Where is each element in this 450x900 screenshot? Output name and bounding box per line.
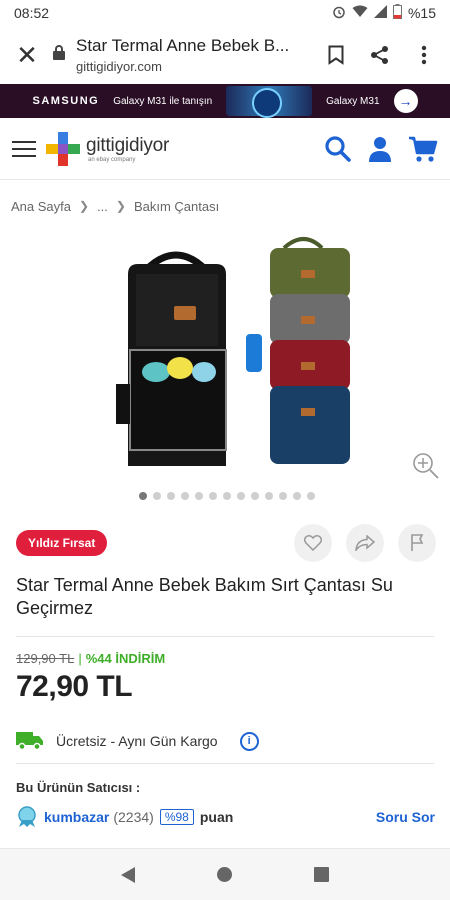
- browser-toolbar: ✕ Star Termal Anne Bebek B... gittigidiy…: [0, 26, 450, 84]
- breadcrumb-home[interactable]: Ana Sayfa: [11, 199, 71, 214]
- deal-badge: Yıldız Fırsat: [16, 530, 108, 556]
- ad-banner[interactable]: SAMSUNG Galaxy M31 ile tanışın Galaxy M3…: [0, 84, 450, 118]
- old-price: 129,90 TL: [16, 651, 75, 666]
- menu-icon[interactable]: [12, 140, 36, 157]
- breadcrumb-ellipsis[interactable]: ...: [97, 199, 108, 214]
- wifi-icon: [352, 5, 368, 21]
- chevron-right-icon: ❯: [115, 199, 126, 213]
- seller-row: kumbazar (2234) %98 puan Soru Sor: [0, 802, 450, 832]
- flag-icon: [411, 534, 424, 551]
- gallery-dot[interactable]: [209, 492, 217, 500]
- close-icon[interactable]: ✕: [10, 42, 44, 68]
- chevron-right-icon: ❯: [79, 199, 90, 213]
- seller-review-count: (2234): [113, 809, 154, 825]
- share-icon[interactable]: [368, 43, 392, 67]
- site-header: gittigidiyor an ebay company: [0, 118, 450, 180]
- share-button[interactable]: [346, 524, 384, 562]
- system-nav-bar: [0, 848, 450, 900]
- gallery-dot[interactable]: [293, 492, 301, 500]
- zoom-in-icon[interactable]: [412, 452, 440, 480]
- search-icon[interactable]: [324, 135, 352, 163]
- seller-rating-label: puan: [199, 809, 234, 825]
- seller-name[interactable]: kumbazar: [44, 809, 109, 825]
- logo-name: gittigidiyor: [86, 134, 170, 156]
- share-arrow-icon: [355, 535, 375, 551]
- logo-subtitle: an ebay company: [88, 156, 136, 163]
- status-icons: %15: [332, 4, 436, 22]
- product-gallery[interactable]: [0, 232, 450, 520]
- logo-icon: [44, 130, 82, 168]
- gallery-dot[interactable]: [223, 492, 231, 500]
- discount-label: %44 İNDİRİM: [85, 651, 166, 666]
- recent-apps-icon[interactable]: [314, 867, 329, 882]
- battery-icon: [392, 4, 402, 22]
- price-block: 129,90 TL | %44 İNDİRİM 72,90 TL: [0, 637, 450, 719]
- truck-icon: [16, 730, 44, 753]
- gallery-dot[interactable]: [237, 492, 245, 500]
- browser-url: gittigidiyor.com: [76, 59, 162, 74]
- gallery-dot[interactable]: [265, 492, 273, 500]
- gallery-dot[interactable]: [251, 492, 259, 500]
- seller-heading: Bu Ürünün Satıcısı :: [16, 780, 141, 795]
- user-icon[interactable]: [368, 136, 392, 162]
- browser-address[interactable]: Star Termal Anne Bebek B... gittigidiyor…: [70, 36, 324, 74]
- status-bar: 08:52 %15: [0, 0, 450, 26]
- signal-icon: [373, 5, 387, 21]
- price-separator: |: [78, 651, 82, 666]
- lock-icon[interactable]: [48, 45, 70, 65]
- browser-page-title: Star Termal Anne Bebek B...: [76, 36, 290, 55]
- gallery-dot[interactable]: [181, 492, 189, 500]
- arrow-right-icon[interactable]: →: [393, 89, 418, 113]
- breadcrumb: Ana Sayfa ❯ ... ❯ Bakım Çantası: [0, 180, 450, 232]
- back-icon[interactable]: [121, 866, 135, 883]
- site-logo[interactable]: gittigidiyor an ebay company: [44, 130, 324, 168]
- more-options-icon[interactable]: [412, 43, 436, 67]
- seller-badge-icon: [16, 806, 38, 828]
- gallery-dot[interactable]: [167, 492, 175, 500]
- bookmark-icon[interactable]: [324, 43, 348, 67]
- status-time: 08:52: [14, 5, 50, 21]
- current-price: 72,90 TL: [16, 670, 133, 703]
- ask-question-link[interactable]: Soru Sor: [376, 809, 435, 825]
- favorite-button[interactable]: [294, 524, 332, 562]
- report-button[interactable]: [398, 524, 436, 562]
- battery-percent: %15: [407, 5, 436, 21]
- product-image[interactable]: [98, 234, 356, 488]
- shipping-text: Ücretsiz - Aynı Gün Kargo: [56, 733, 218, 749]
- cart-icon[interactable]: [408, 135, 438, 163]
- gallery-dot[interactable]: [153, 492, 161, 500]
- breadcrumb-current[interactable]: Bakım Çantası: [134, 199, 219, 214]
- gallery-dot[interactable]: [279, 492, 287, 500]
- ad-text: Galaxy M31 ile tanışın: [113, 95, 213, 107]
- ad-model: Galaxy M31: [326, 95, 380, 107]
- gallery-dot[interactable]: [307, 492, 315, 500]
- ad-brand: SAMSUNG: [32, 95, 100, 107]
- gallery-dot[interactable]: [195, 492, 203, 500]
- alarm-icon: [332, 5, 346, 22]
- heart-icon: [304, 535, 322, 551]
- gallery-dot[interactable]: [139, 492, 147, 500]
- gallery-dots: [0, 492, 450, 500]
- seller-rating: %98: [159, 809, 194, 825]
- ad-phone-image: [226, 86, 313, 118]
- product-title: Star Termal Anne Bebek Bakım Sırt Çantas…: [16, 575, 393, 618]
- home-icon[interactable]: [217, 867, 232, 882]
- info-icon[interactable]: i: [239, 731, 259, 751]
- shipping-info: Ücretsiz - Aynı Gün Kargo i: [0, 719, 450, 763]
- badge-row: Yıldız Fırsat: [0, 520, 450, 566]
